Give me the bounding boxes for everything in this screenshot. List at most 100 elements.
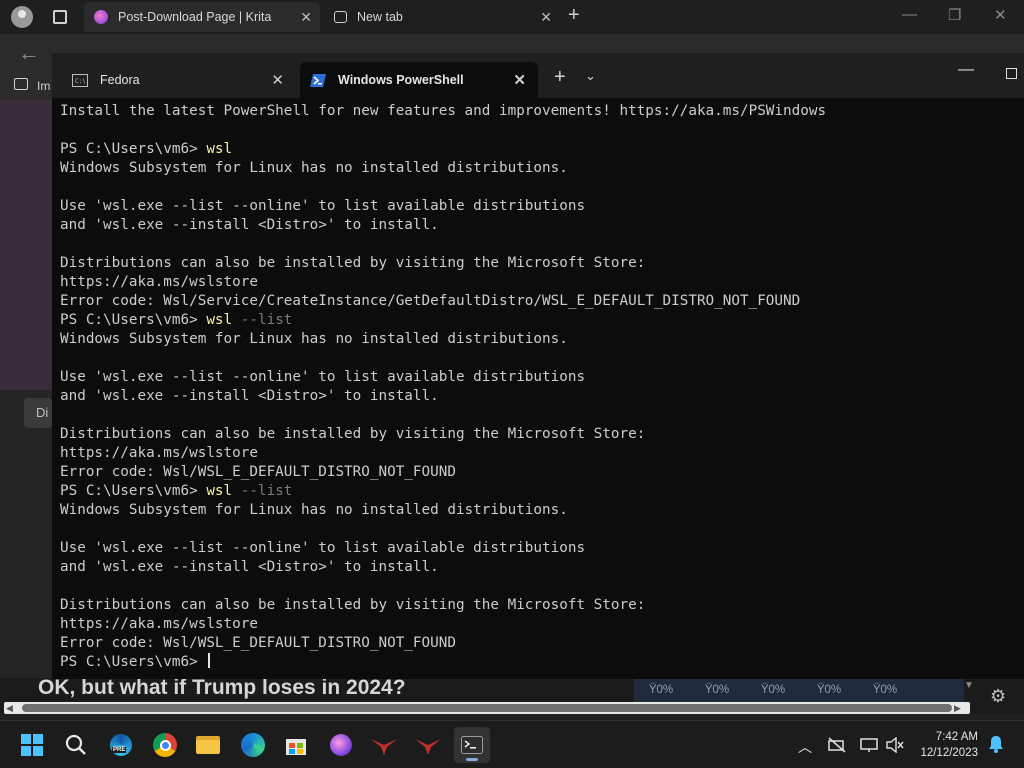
output-text: https://aka.ms/wslstore (60, 616, 258, 632)
search-icon[interactable] (58, 727, 94, 763)
settings-gear-icon[interactable]: ⚙ (990, 686, 1006, 707)
terminal-maximize-icon[interactable] (1006, 68, 1017, 79)
output-text: https://aka.ms/wslstore (60, 445, 258, 461)
new-terminal-tab-button[interactable]: + (554, 66, 566, 89)
output-text: Install the latest PowerShell for new fe… (60, 103, 827, 119)
console-line: Error code: Wsl/WSL_E_DEFAULT_DISTRO_NOT… (60, 634, 1010, 653)
notification-bell-icon[interactable] (988, 735, 1004, 756)
console-line: and 'wsl.exe --install <Distro>' to inst… (60, 558, 1010, 577)
file-explorer-icon[interactable] (190, 727, 226, 763)
output-text: Distributions can also be installed by v… (60, 426, 646, 442)
terminal-window: C:\ Fedora ✕ Windows PowerShell ✕ + ⌄ — … (52, 53, 1024, 679)
scroll-down-arrow-icon[interactable]: ▼ (964, 680, 978, 702)
horizontal-scrollbar-thumb[interactable] (22, 704, 952, 712)
output-text: Windows Subsystem for Linux has no insta… (60, 502, 568, 518)
volume-muted-icon[interactable] (886, 736, 904, 756)
console-line: Use 'wsl.exe --list --online' to list av… (60, 368, 1010, 387)
command-text: wsl (206, 141, 233, 157)
text-cursor (208, 653, 211, 668)
favorites-item-label[interactable]: Im (37, 79, 50, 93)
app-red-icon-2[interactable] (410, 727, 446, 763)
console-line: Windows Subsystem for Linux has no insta… (60, 330, 1010, 349)
browser-restore-icon[interactable]: ❐ (948, 6, 961, 24)
console-line: https://aka.ms/wslstore (60, 444, 1010, 463)
chrome-icon[interactable] (147, 727, 183, 763)
console-line: Distributions can also be installed by v… (60, 425, 1010, 444)
page-tab-label[interactable]: Di (24, 398, 52, 428)
console-line: PS C:\Users\vm6> wsl (60, 140, 1010, 159)
output-text: PS C:\Users\vm6> (60, 312, 207, 328)
output-text: and 'wsl.exe --install <Distro>' to inst… (60, 388, 439, 404)
clock-date: 12/12/2023 (920, 747, 978, 759)
command-prompt-icon: C:\ (72, 73, 88, 87)
start-icon[interactable] (14, 727, 50, 763)
close-tab-icon[interactable]: ✕ (540, 9, 552, 26)
network-disconnected-icon[interactable] (828, 737, 846, 756)
console-line: and 'wsl.exe --install <Distro>' to inst… (60, 216, 1010, 235)
output-text: Windows Subsystem for Linux has no insta… (60, 331, 568, 347)
output-text: Error code: Wsl/WSL_E_DEFAULT_DISTRO_NOT… (60, 635, 456, 651)
console-line: Windows Subsystem for Linux has no insta… (60, 159, 1010, 178)
console-line: Install the latest PowerShell for new fe… (60, 102, 1010, 121)
chevron-up-icon[interactable]: ︿ (798, 737, 812, 757)
display-icon[interactable] (860, 737, 878, 756)
terminal-icon[interactable] (454, 727, 490, 763)
close-tab-icon[interactable]: ✕ (271, 71, 284, 89)
browser-tab-new[interactable]: New tab ✕ (324, 2, 560, 32)
output-text: and 'wsl.exe --install <Distro>' to inst… (60, 217, 439, 233)
microsoft-store-icon[interactable] (278, 727, 314, 763)
taskbar: PRE ︿ 7:42 AM 12/12/2023 (0, 720, 1024, 768)
console-output[interactable]: Install the latest PowerShell for new fe… (60, 102, 1010, 672)
chevron-down-icon[interactable]: ⌄ (585, 68, 596, 84)
output-text: https://aka.ms/wslstore (60, 274, 258, 290)
console-line: Use 'wsl.exe --list --online' to list av… (60, 539, 1010, 558)
terminal-tab-title: Fedora (100, 73, 140, 87)
precip-value: Ÿ0% (760, 684, 786, 696)
close-tab-icon[interactable]: ✕ (513, 71, 526, 89)
output-text: Distributions can also be installed by v… (60, 255, 646, 271)
console-line: Distributions can also be installed by v… (60, 254, 1010, 273)
parameter-text: --list (232, 483, 293, 499)
news-headline[interactable]: OK, but what if Trump loses in 2024? (38, 676, 406, 700)
terminal-tab-fedora[interactable]: C:\ Fedora ✕ (60, 62, 296, 98)
output-text: PS C:\Users\vm6> (60, 483, 207, 499)
browser-close-icon[interactable]: ✕ (994, 6, 1007, 24)
console-line: https://aka.ms/wslstore (60, 273, 1010, 292)
precip-value: Ÿ0% (816, 684, 842, 696)
folder-icon (14, 78, 28, 90)
scroll-left-arrow-icon[interactable]: ◀ (6, 703, 13, 714)
scroll-right-arrow-icon[interactable]: ▶ (954, 703, 961, 714)
close-tab-icon[interactable]: ✕ (300, 9, 312, 26)
browser-tab-title: New tab (357, 10, 403, 24)
edge-icon[interactable] (235, 727, 271, 763)
app-red-icon-1[interactable] (366, 727, 402, 763)
console-line: https://aka.ms/wslstore (60, 615, 1010, 634)
console-line: Windows Subsystem for Linux has no insta… (60, 501, 1010, 520)
console-line: Error code: Wsl/WSL_E_DEFAULT_DISTRO_NOT… (60, 463, 1010, 482)
tab-actions-icon[interactable] (53, 10, 67, 24)
terminal-tab-powershell[interactable]: Windows PowerShell ✕ (300, 62, 538, 98)
console-line: Error code: Wsl/Service/CreateInstance/G… (60, 292, 1010, 311)
output-text: Error code: Wsl/WSL_E_DEFAULT_DISTRO_NOT… (60, 464, 456, 480)
console-line: PS C:\Users\vm6> (60, 653, 1010, 672)
desktop: Post-Download Page | Krita ✕ New tab ✕ +… (0, 0, 1024, 768)
browser-minimize-icon[interactable]: — (902, 6, 917, 23)
new-browser-tab-button[interactable]: + (568, 4, 580, 27)
system-clock[interactable]: 7:42 AM 12/12/2023 (912, 729, 978, 761)
profile-avatar[interactable] (11, 6, 33, 28)
output-text: Distributions can also be installed by v… (60, 597, 646, 613)
browser-page-lower (0, 390, 52, 710)
output-text: Use 'wsl.exe --list --online' to list av… (60, 369, 586, 385)
browser-tab-krita[interactable]: Post-Download Page | Krita ✕ (84, 2, 320, 32)
terminal-minimize-icon[interactable]: — (958, 61, 974, 79)
krita-icon[interactable] (323, 727, 359, 763)
edge-beta-icon[interactable]: PRE (103, 727, 139, 763)
powershell-icon (310, 73, 326, 87)
precip-value: Ÿ0% (648, 684, 674, 696)
back-arrow-icon[interactable]: ← (18, 40, 40, 66)
console-line: Distributions can also be installed by v… (60, 596, 1010, 615)
precip-value: Ÿ0% (872, 684, 898, 696)
